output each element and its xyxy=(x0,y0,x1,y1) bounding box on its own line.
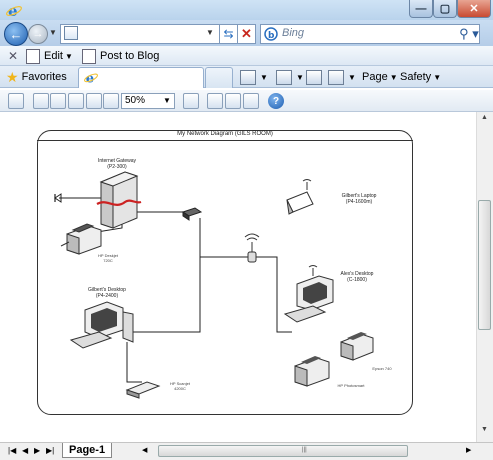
scroll-down-button[interactable]: ▼ xyxy=(478,426,491,440)
minimize-button[interactable]: — xyxy=(409,0,433,18)
chevron-down-icon: ▼ xyxy=(260,72,268,82)
edit-button[interactable]: Edit ▼ xyxy=(26,48,73,64)
post-to-blog-button[interactable]: Post to Blog xyxy=(82,48,159,64)
favorites-button[interactable]: ★ Favorites xyxy=(6,68,67,86)
wireless-access-point xyxy=(244,233,260,263)
internet-gateway-server xyxy=(96,171,142,229)
favorites-star-icon: ★ xyxy=(6,68,19,85)
edit-icon xyxy=(26,48,40,64)
printer-hp-photosmart xyxy=(294,356,330,387)
back-button[interactable]: ← xyxy=(4,22,28,46)
feeds-button[interactable]: ▼ xyxy=(276,69,304,85)
safety-menu-label: Safety xyxy=(400,71,432,83)
close-window-button[interactable]: ✕ xyxy=(457,0,491,18)
favorites-label: Favorites xyxy=(21,71,67,83)
chevron-down-icon: ▼ xyxy=(64,51,73,61)
pan-tool-button[interactable] xyxy=(183,93,199,109)
first-page-button[interactable]: |◀ xyxy=(8,446,16,455)
printer-epson xyxy=(340,332,374,361)
mail-icon xyxy=(306,69,322,85)
read-mail-button[interactable] xyxy=(306,69,324,85)
zoom-out-button[interactable] xyxy=(50,93,66,109)
laptop-gilbert xyxy=(286,179,314,215)
last-page-button[interactable]: ▶| xyxy=(46,446,54,455)
page-tab[interactable]: Page-1 xyxy=(62,443,113,458)
previous-page-button[interactable]: ◀ xyxy=(22,446,28,455)
close-toolbar-icon[interactable]: ✕ xyxy=(8,48,18,64)
print-icon xyxy=(328,69,344,85)
fit-page-button[interactable] xyxy=(68,93,84,109)
new-tab-button[interactable] xyxy=(205,67,233,88)
help-icon: ? xyxy=(272,95,280,107)
forward-button[interactable]: → xyxy=(28,24,48,44)
label-hp-deskjet-model: 720C xyxy=(103,258,113,263)
select-tool-button[interactable] xyxy=(8,93,24,109)
maximize-button[interactable]: ▢ xyxy=(433,0,457,18)
label-epson: Epson 740 xyxy=(372,366,392,371)
chevron-down-icon: ▼ xyxy=(296,72,304,82)
bing-icon: b xyxy=(264,27,278,41)
back-arrow-icon: ← xyxy=(9,26,23,42)
label-internet-gateway-model: (P2-300) xyxy=(107,164,127,170)
stop-button[interactable]: ✕ xyxy=(238,24,256,44)
scroll-left-button[interactable]: ◀ xyxy=(142,446,147,454)
properties-button[interactable] xyxy=(243,93,259,109)
page-menu[interactable]: Page ▼ xyxy=(362,69,398,85)
scanner-hp xyxy=(125,381,161,399)
post-to-blog-label: Post to Blog xyxy=(100,50,160,62)
scroll-up-button[interactable]: ▲ xyxy=(478,114,491,128)
blog-icon xyxy=(82,48,96,64)
printer-hp-deskjet xyxy=(60,223,102,255)
fit-width-button[interactable] xyxy=(86,93,102,109)
scroll-right-button[interactable]: ▶ xyxy=(466,446,471,454)
label-hp-scanjet-model: 4200C xyxy=(174,386,186,391)
layers-button[interactable] xyxy=(207,93,223,109)
help-button[interactable]: ? xyxy=(268,93,284,109)
label-gilbert-laptop-model: (P4-1600m) xyxy=(345,199,373,205)
address-dropdown[interactable]: ▼ xyxy=(206,28,214,37)
diagram-title: My Network Diagram (GILS ROOM) xyxy=(177,131,273,137)
search-icon[interactable]: ⚲ ▾ xyxy=(458,24,480,44)
chevron-down-icon: ▼ xyxy=(433,72,442,82)
safety-menu[interactable]: Safety ▼ xyxy=(400,69,441,85)
command-bar xyxy=(0,46,493,66)
home-button[interactable]: ▼ xyxy=(240,69,268,85)
page-icon xyxy=(64,26,78,40)
reviewer-markup-button[interactable] xyxy=(225,93,241,109)
print-button[interactable]: ▼ xyxy=(328,69,356,85)
edit-label: Edit xyxy=(44,50,63,62)
address-bar[interactable] xyxy=(60,24,220,44)
chevron-down-icon: ▼ xyxy=(389,72,398,82)
network-hub xyxy=(181,207,203,221)
search-placeholder: Bing xyxy=(282,27,305,39)
feeds-icon xyxy=(276,69,292,85)
scroll-grip-icon: ||| xyxy=(302,447,307,453)
label-gilbert-desktop-model: (P4-2400) xyxy=(95,293,119,299)
ie-page-icon: e xyxy=(84,71,98,84)
page-menu-label: Page xyxy=(362,71,388,83)
label-hp-photosmart: HP Photosmart xyxy=(337,383,365,388)
stop-icon: ✕ xyxy=(241,26,252,41)
refresh-icon: ⇆ xyxy=(223,27,234,41)
zoom-in-button[interactable] xyxy=(33,93,49,109)
home-icon xyxy=(240,69,256,85)
horizontal-scroll-thumb[interactable] xyxy=(158,445,408,457)
next-page-button[interactable]: ▶ xyxy=(34,446,40,455)
chevron-down-icon: ▼ xyxy=(163,96,171,105)
actual-size-button[interactable] xyxy=(103,93,119,109)
refresh-button[interactable]: ⇆ xyxy=(220,24,238,44)
chevron-down-icon: ▼ xyxy=(348,72,356,82)
svg-text:b: b xyxy=(268,31,275,41)
label-alex-desktop-model: (C-1800) xyxy=(347,277,367,283)
ie-logo-icon: e xyxy=(6,2,22,18)
recent-pages-dropdown[interactable]: ▼ xyxy=(49,28,57,38)
forward-arrow-icon: → xyxy=(32,28,44,40)
vertical-scroll-thumb[interactable] xyxy=(478,200,491,330)
desktop-gilbert xyxy=(69,301,134,349)
